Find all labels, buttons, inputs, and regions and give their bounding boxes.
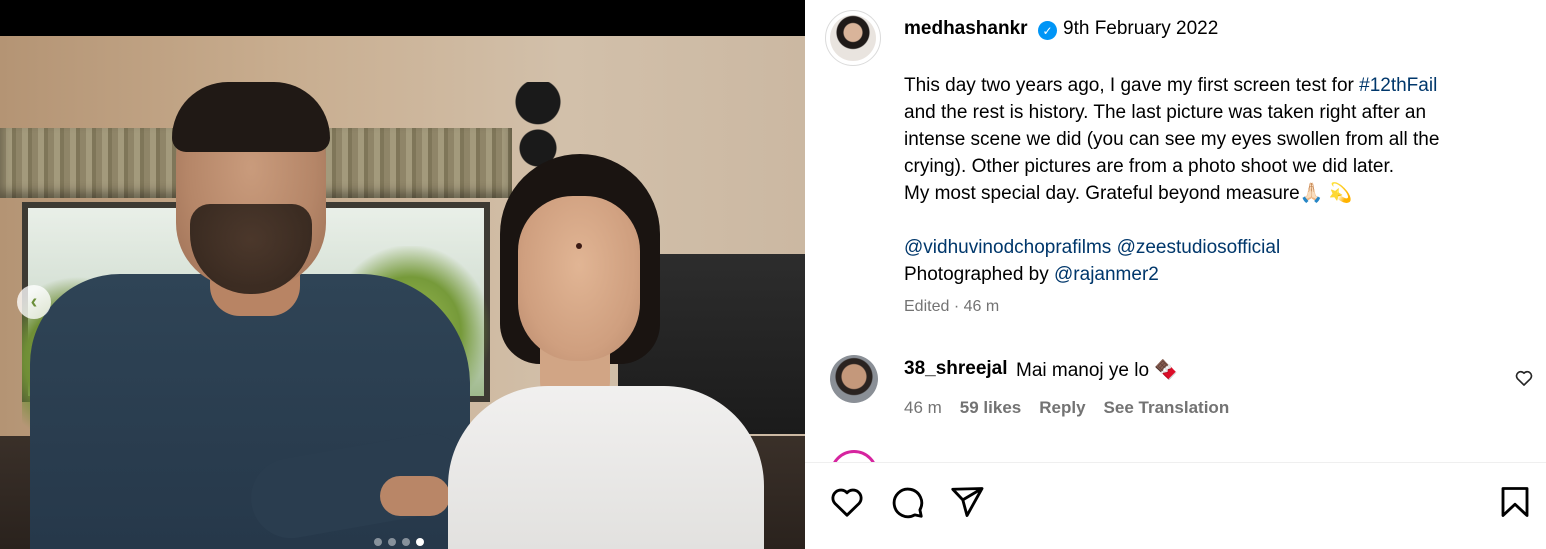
- next-commenter-avatar: [830, 450, 878, 462]
- caption-line: My most special day. Grateful beyond mea…: [904, 183, 1353, 204]
- carousel-dot-active[interactable]: [416, 538, 424, 546]
- carousel-prev-button[interactable]: ‹: [17, 285, 51, 319]
- comment-text: Mai manoj ye lo 🍫: [1016, 360, 1178, 381]
- comment-reply-button[interactable]: Reply: [1039, 398, 1085, 418]
- comment-like-heart-icon[interactable]: [1514, 368, 1534, 388]
- bookmark-icon[interactable]: [1497, 484, 1533, 520]
- comment-meta: 46 m 59 likes Reply See Translation: [904, 398, 1229, 418]
- hashtag-link[interactable]: #12thFail: [1359, 75, 1437, 96]
- carousel-dot[interactable]: [388, 538, 396, 546]
- carousel-dots: [374, 538, 424, 546]
- comment-time: 46 m: [904, 398, 942, 417]
- send-icon[interactable]: [949, 484, 985, 520]
- commenter-avatar[interactable]: [830, 355, 878, 403]
- caption-line: intense scene we did (you can see my eye…: [904, 129, 1440, 150]
- photographed-by-label: Photographed by: [904, 264, 1055, 285]
- post-media: ‹: [0, 0, 805, 549]
- author-avatar[interactable]: [825, 10, 881, 66]
- see-translation-button[interactable]: See Translation: [1104, 398, 1230, 418]
- comment-username[interactable]: 38_shreejal: [904, 358, 1008, 380]
- caption-line: This day two years ago, I gave my first …: [904, 75, 1360, 96]
- comment-icon[interactable]: [889, 484, 925, 520]
- heart-icon[interactable]: [829, 484, 865, 520]
- divider: [805, 462, 1546, 463]
- carousel-dot[interactable]: [374, 538, 382, 546]
- caption-line: crying). Other pictures are from a photo…: [904, 156, 1395, 177]
- photographer-link[interactable]: @rajanmer2: [1054, 264, 1159, 285]
- caption-line: and the rest is history. The last pictur…: [904, 102, 1427, 123]
- mention-link[interactable]: @vidhuvinodchoprafilms: [904, 237, 1111, 258]
- post-photo: [0, 36, 805, 549]
- edited-timestamp: Edited · 46 m: [904, 298, 1000, 315]
- post-caption: This day two years ago, I gave my first …: [904, 72, 1524, 288]
- mention-link[interactable]: @zeestudiosofficial: [1117, 237, 1281, 258]
- comment-likes[interactable]: 59 likes: [960, 398, 1021, 418]
- chevron-left-icon: ‹: [30, 290, 38, 313]
- verified-badge-icon: ✓: [1038, 21, 1057, 40]
- avatar-image: [830, 15, 876, 61]
- author-username[interactable]: medhashankr: [904, 18, 1028, 40]
- carousel-dot[interactable]: [402, 538, 410, 546]
- post-date: 9th February 2022: [1063, 18, 1219, 39]
- post-sidebar: medhashankr ✓ 9th February 2022 This day…: [805, 0, 1546, 549]
